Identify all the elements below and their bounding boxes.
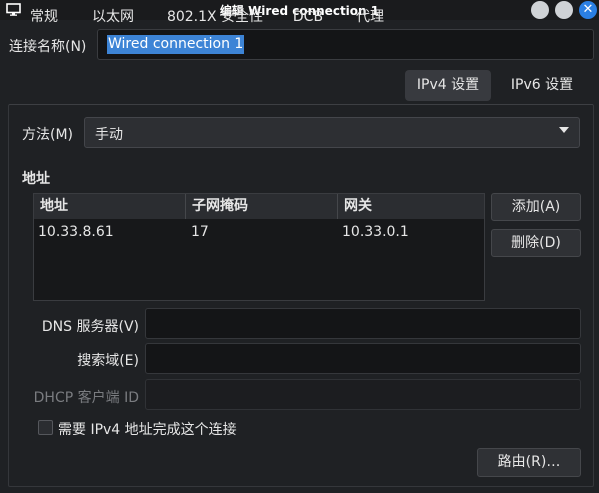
minimize-button[interactable] [531,1,549,19]
connection-name-label: 连接名称(N) [9,39,87,55]
add-button[interactable]: 添加(A) [491,193,581,221]
dhcp-client-id-input [145,379,581,410]
address-section-heading: 地址 [22,171,50,187]
close-button[interactable]: ✕ [579,1,597,19]
tab-general[interactable]: 常规 [18,0,70,34]
method-select[interactable] [84,117,580,148]
search-domains-input[interactable] [145,343,581,374]
maximize-button[interactable] [555,1,573,19]
delete-button[interactable]: 删除(D) [491,229,581,257]
require-ipv4-label[interactable]: 需要 IPv4 地址完成这个连接 [58,419,237,439]
column-header-netmask[interactable]: 子网掩码 [186,194,338,219]
tab-8021x-security[interactable]: 802.1X 安全性 [160,0,270,34]
dns-servers-label: DNS 服务器(V) [41,319,139,335]
tab-proxy[interactable]: 代理 [346,0,394,34]
search-domains-label: 搜索域(E) [77,353,139,369]
tab-ipv4-settings[interactable]: IPv4 设置 [405,70,491,101]
method-label: 方法(M) [22,127,74,143]
method-value[interactable]: 手动 [95,124,123,144]
table-cell-netmask[interactable]: 17 [185,222,335,242]
chevron-down-icon[interactable] [559,127,569,133]
routes-button[interactable]: 路由(R)… [477,448,581,477]
tab-ipv6-settings[interactable]: IPv6 设置 [500,68,584,102]
connection-name-value[interactable]: Wired connection 1 [107,35,245,54]
dhcp-client-id-label: DHCP 客户端 ID [33,390,139,406]
dns-servers-input[interactable] [145,308,581,339]
column-header-address[interactable]: 地址 [34,194,186,219]
tab-dcb[interactable]: DCB [285,0,331,34]
require-ipv4-checkbox[interactable] [38,420,53,435]
tab-ethernet[interactable]: 以太网 [81,0,145,34]
table-cell-gateway[interactable]: 10.33.0.1 [336,222,482,242]
table-cell-address[interactable]: 10.33.8.61 [32,222,182,242]
column-header-gateway[interactable]: 网关 [338,194,484,219]
